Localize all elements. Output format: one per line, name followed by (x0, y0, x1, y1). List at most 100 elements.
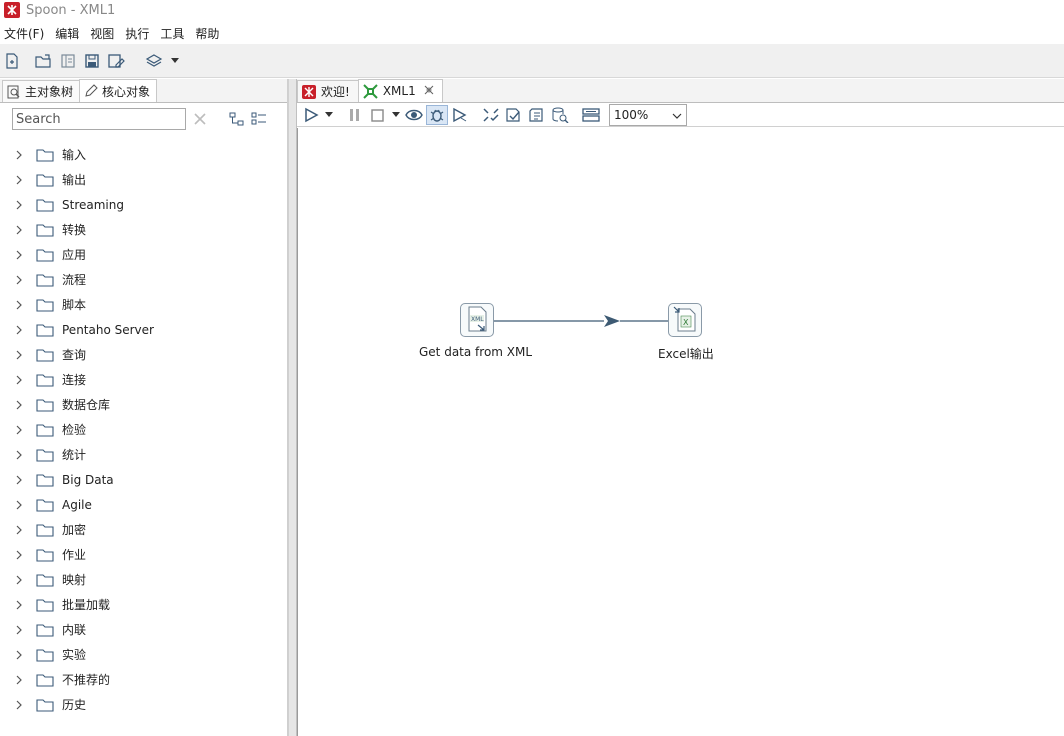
layers-icon[interactable] (144, 51, 164, 71)
chevron-right-icon[interactable] (13, 275, 25, 285)
chevron-right-icon[interactable] (13, 350, 25, 360)
tree-item[interactable]: Pentaho Server (0, 317, 287, 342)
tab-xml1[interactable]: XML1 (357, 79, 443, 102)
tree-item-label: 历史 (62, 698, 87, 712)
menu-item[interactable]: 视图 (86, 25, 121, 42)
step-label: Get data from XML (419, 345, 533, 359)
menu-item[interactable]: 文件(F) (0, 25, 51, 42)
search-input[interactable] (12, 108, 186, 130)
tree-item[interactable]: 检验 (0, 417, 287, 442)
chevron-right-icon[interactable] (13, 225, 25, 235)
menu-item[interactable]: 执行 (121, 25, 156, 42)
chevron-right-icon[interactable] (13, 475, 25, 485)
tree-item[interactable]: 输入 (0, 142, 287, 167)
chevron-right-icon[interactable] (13, 300, 25, 310)
step-excel-output[interactable]: X (668, 303, 702, 337)
chevron-right-icon[interactable] (13, 375, 25, 385)
open-file-icon[interactable] (34, 51, 54, 71)
close-tab-icon[interactable] (424, 85, 434, 98)
layers-dropdown-icon[interactable] (170, 51, 180, 71)
tab-welcome[interactable]: 欢迎! (297, 80, 359, 102)
tree-item[interactable]: 历史 (0, 692, 287, 717)
impact-icon[interactable] (503, 105, 525, 125)
zoom-select[interactable]: 100% (609, 103, 687, 126)
menu-item[interactable]: 工具 (156, 25, 191, 42)
tab-label: 欢迎! (321, 85, 350, 99)
tree-item[interactable]: 内联 (0, 617, 287, 642)
sql-icon[interactable] (526, 105, 548, 125)
tree-item-label: Streaming (62, 197, 124, 212)
clear-search-icon[interactable] (192, 111, 208, 127)
tree-item[interactable]: 数据仓库 (0, 392, 287, 417)
chevron-right-icon[interactable] (13, 650, 25, 660)
explore-repository-icon[interactable] (58, 51, 78, 71)
hop-layer (494, 315, 668, 327)
tree-item[interactable]: 统计 (0, 442, 287, 467)
menu-item[interactable]: 编辑 (51, 25, 86, 42)
step-get-data-from-xml[interactable]: XML (460, 303, 494, 337)
tree-item[interactable]: 实验 (0, 642, 287, 667)
tree-item[interactable]: 作业 (0, 542, 287, 567)
save-icon[interactable] (82, 51, 102, 71)
chevron-right-icon[interactable] (13, 600, 25, 610)
tree-item[interactable]: 查询 (0, 342, 287, 367)
tree-item[interactable]: 批量加载 (0, 592, 287, 617)
chevron-right-icon[interactable] (13, 675, 25, 685)
debug-icon[interactable] (426, 104, 448, 125)
tree-item[interactable]: 映射 (0, 567, 287, 592)
tree-item[interactable]: Streaming (0, 192, 287, 217)
transformation-canvas[interactable]: XML Get data from XML X Excel输出 (297, 128, 1064, 736)
expand-all-icon[interactable] (250, 110, 268, 128)
tree-item[interactable]: 应用 (0, 242, 287, 267)
save-as-icon[interactable] (106, 51, 126, 71)
new-file-icon[interactable] (2, 51, 22, 71)
tab-core-objects[interactable]: 核心对象 (79, 79, 158, 102)
tree-item-label: Pentaho Server (62, 322, 154, 337)
tree-item-label: 检验 (62, 423, 87, 437)
stop-icon[interactable] (367, 105, 389, 125)
chevron-right-icon[interactable] (13, 450, 25, 460)
explore-db-icon[interactable] (549, 105, 571, 125)
run-options-dropdown-icon[interactable] (323, 105, 335, 125)
left-panel-tabs: 主对象树 核心对象 (0, 79, 287, 103)
run-icon[interactable] (300, 105, 322, 125)
show-results-icon[interactable] (580, 105, 602, 125)
tree-item[interactable]: 加密 (0, 517, 287, 542)
tree-item[interactable]: Agile (0, 492, 287, 517)
folder-icon (36, 398, 54, 412)
verify-icon[interactable] (480, 105, 502, 125)
tab-main-object-tree[interactable]: 主对象树 (2, 80, 81, 102)
stop-dropdown-icon[interactable] (390, 105, 402, 125)
collapse-all-icon[interactable] (228, 110, 246, 128)
tree-item[interactable]: 连接 (0, 367, 287, 392)
chevron-right-icon[interactable] (13, 575, 25, 585)
chevron-right-icon[interactable] (13, 325, 25, 335)
chevron-right-icon[interactable] (13, 425, 25, 435)
chevron-right-icon[interactable] (13, 250, 25, 260)
chevron-right-icon[interactable] (13, 525, 25, 535)
chevron-right-icon[interactable] (13, 625, 25, 635)
folder-icon (36, 673, 54, 687)
pause-icon[interactable] (344, 105, 366, 125)
preview-icon[interactable] (403, 105, 425, 125)
chevron-right-icon[interactable] (13, 400, 25, 410)
spoon-app-icon (4, 2, 20, 18)
chevron-right-icon[interactable] (13, 175, 25, 185)
tree-item[interactable]: 转换 (0, 217, 287, 242)
tree-item[interactable]: 脚本 (0, 292, 287, 317)
tree-item[interactable]: 流程 (0, 267, 287, 292)
replay-icon[interactable] (449, 105, 471, 125)
tree-item[interactable]: 输出 (0, 167, 287, 192)
chevron-right-icon[interactable] (13, 550, 25, 560)
chevron-right-icon[interactable] (13, 700, 25, 710)
panel-splitter[interactable] (288, 79, 297, 736)
tree-item[interactable]: Big Data (0, 467, 287, 492)
chevron-right-icon[interactable] (13, 200, 25, 210)
chevron-right-icon[interactable] (13, 500, 25, 510)
folder-icon (36, 548, 54, 562)
chevron-right-icon[interactable] (13, 150, 25, 160)
folder-icon (36, 573, 54, 587)
tree-item[interactable]: 不推荐的 (0, 667, 287, 692)
tree-item-label: 数据仓库 (62, 398, 111, 412)
menu-item[interactable]: 帮助 (191, 25, 226, 42)
